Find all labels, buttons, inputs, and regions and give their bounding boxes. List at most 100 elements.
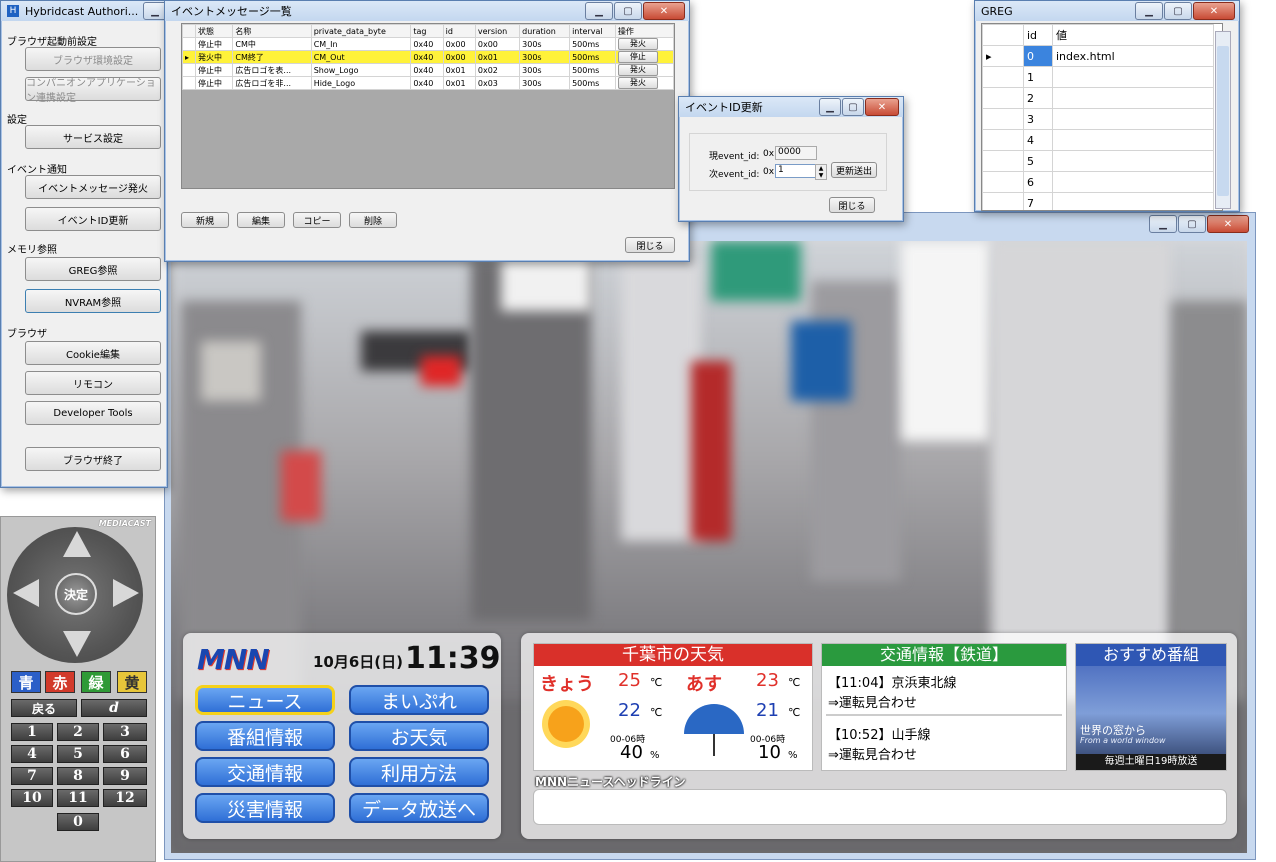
column-header[interactable]: 操作: [614, 24, 675, 38]
cell-value[interactable]: [1052, 171, 1214, 193]
browser-exit-button[interactable]: ブラウザ終了: [25, 447, 161, 471]
menu-data-broadcast-button[interactable]: データ放送へ: [349, 793, 489, 823]
column-header[interactable]: tag: [410, 24, 444, 38]
column-header[interactable]: private_data_byte: [310, 24, 412, 38]
cell-value[interactable]: [1052, 108, 1214, 130]
table-row[interactable]: ▸ 0 index.html: [982, 45, 1214, 67]
minimize-icon[interactable]: ▁: [1135, 2, 1163, 20]
maximize-icon[interactable]: ▢: [1178, 215, 1206, 233]
ok-button[interactable]: 決定: [55, 573, 97, 615]
digit-11-button[interactable]: 11: [57, 789, 99, 807]
arrow-down-icon[interactable]: [63, 631, 91, 657]
green-button[interactable]: 緑: [81, 671, 111, 693]
maximize-icon[interactable]: ▢: [1164, 2, 1192, 20]
column-header[interactable]: version: [474, 24, 521, 38]
cell-value[interactable]: index.html: [1052, 45, 1214, 67]
red-button[interactable]: 赤: [45, 671, 75, 693]
maximize-icon[interactable]: ▢: [842, 98, 864, 116]
table-row[interactable]: 停止中 CM中 CM_In 0x40 0x00 0x00 300s 500ms …: [182, 37, 675, 51]
arrow-up-icon[interactable]: [63, 531, 91, 557]
minimize-icon[interactable]: ▁: [585, 2, 613, 20]
copy-button[interactable]: コピー: [293, 212, 341, 228]
arrow-left-icon[interactable]: [13, 579, 39, 607]
browser-env-button[interactable]: ブラウザ環境設定: [25, 47, 161, 71]
stop-button[interactable]: 停止: [617, 51, 658, 63]
column-header[interactable]: 値: [1052, 24, 1214, 46]
menu-program-info-button[interactable]: 番組情報: [195, 721, 335, 751]
close-icon[interactable]: ✕: [1193, 2, 1235, 20]
remote-button[interactable]: リモコン: [25, 371, 161, 395]
send-update-button[interactable]: 更新送出: [831, 162, 877, 178]
spinner-icon[interactable]: ▲ ▼: [815, 164, 827, 180]
back-button[interactable]: 戻る: [11, 699, 77, 717]
menu-news-button[interactable]: ニュース: [195, 685, 335, 715]
menu-traffic-button[interactable]: 交通情報: [195, 757, 335, 787]
cell-value[interactable]: [1052, 192, 1214, 210]
column-header[interactable]: duration: [519, 24, 571, 38]
column-header[interactable]: 名称: [232, 24, 312, 38]
digit-5-button[interactable]: 5: [57, 745, 99, 763]
event-id-update-button[interactable]: イベントID更新: [25, 207, 161, 231]
nvram-view-button[interactable]: NVRAM参照: [25, 289, 161, 313]
blue-button[interactable]: 青: [11, 671, 41, 693]
digit-7-button[interactable]: 7: [11, 767, 53, 785]
menu-disaster-button[interactable]: 災害情報: [195, 793, 335, 823]
minimize-icon[interactable]: ▁: [1149, 215, 1177, 233]
column-header[interactable]: id: [442, 24, 476, 38]
table-row[interactable]: 2: [982, 87, 1214, 109]
developer-tools-button[interactable]: Developer Tools: [25, 401, 161, 425]
fire-button[interactable]: 発火: [617, 38, 658, 50]
close-icon[interactable]: ✕: [1207, 215, 1249, 233]
digit-10-button[interactable]: 10: [11, 789, 53, 807]
maximize-icon[interactable]: ▢: [614, 2, 642, 20]
digit-8-button[interactable]: 8: [57, 767, 99, 785]
digit-12-button[interactable]: 12: [103, 789, 147, 807]
column-header[interactable]: id: [1023, 24, 1053, 46]
table-row[interactable]: 3: [982, 108, 1214, 130]
digit-9-button[interactable]: 9: [103, 767, 147, 785]
scrollbar-thumb[interactable]: [1217, 46, 1229, 196]
fire-button[interactable]: 発火: [617, 77, 658, 89]
table-row[interactable]: 7: [982, 192, 1214, 210]
cell-value[interactable]: [1052, 150, 1214, 172]
menu-usage-button[interactable]: 利用方法: [349, 757, 489, 787]
column-header[interactable]: interval: [569, 24, 616, 38]
table-row[interactable]: 5: [982, 150, 1214, 172]
greg-view-button[interactable]: GREG参照: [25, 257, 161, 281]
menu-maipure-button[interactable]: まいぷれ: [349, 685, 489, 715]
close-icon[interactable]: ✕: [865, 98, 899, 116]
close-icon[interactable]: ✕: [643, 2, 685, 20]
close-button[interactable]: 閉じる: [829, 197, 875, 213]
recommend-card[interactable]: おすすめ番組 世界の窓から From a world window 毎週土曜日1…: [1075, 643, 1227, 771]
yellow-button[interactable]: 黄: [117, 671, 147, 693]
companion-app-button[interactable]: コンパニオンアプリケーション連携設定: [25, 77, 161, 104]
new-button[interactable]: 新規: [181, 212, 229, 228]
table-row[interactable]: 4: [982, 129, 1214, 151]
table-row[interactable]: 停止中 広告ロゴを表... Show_Logo 0x40 0x01 0x02 3…: [182, 63, 675, 77]
cell-value[interactable]: [1052, 129, 1214, 151]
table-row-selected[interactable]: ▸ 発火中 CM終了 CM_Out 0x40 0x00 0x01 300s 50…: [182, 50, 675, 64]
table-row[interactable]: 1: [982, 66, 1214, 88]
table-row[interactable]: 6: [982, 171, 1214, 193]
fire-button[interactable]: 発火: [617, 64, 658, 76]
d-button[interactable]: d: [81, 699, 147, 717]
next-id-input[interactable]: 1: [775, 164, 819, 178]
cell-value[interactable]: [1052, 66, 1214, 88]
digit-6-button[interactable]: 6: [103, 745, 147, 763]
event-fire-button[interactable]: イベントメッセージ発火: [25, 175, 161, 199]
delete-button[interactable]: 削除: [349, 212, 397, 228]
edit-button[interactable]: 編集: [237, 212, 285, 228]
service-settings-button[interactable]: サービス設定: [25, 125, 161, 149]
menu-weather-button[interactable]: お天気: [349, 721, 489, 751]
digit-3-button[interactable]: 3: [103, 723, 147, 741]
vertical-scrollbar[interactable]: [1215, 31, 1231, 209]
digit-0-button[interactable]: 0: [57, 813, 99, 831]
digit-2-button[interactable]: 2: [57, 723, 99, 741]
digit-4-button[interactable]: 4: [11, 745, 53, 763]
arrow-right-icon[interactable]: [113, 579, 139, 607]
minimize-icon[interactable]: ▁: [819, 98, 841, 116]
column-header[interactable]: 状態: [194, 24, 234, 38]
digit-1-button[interactable]: 1: [11, 723, 53, 741]
cookie-edit-button[interactable]: Cookie編集: [25, 341, 161, 365]
table-row[interactable]: 停止中 広告ロゴを非... Hide_Logo 0x40 0x01 0x03 3…: [182, 76, 675, 90]
